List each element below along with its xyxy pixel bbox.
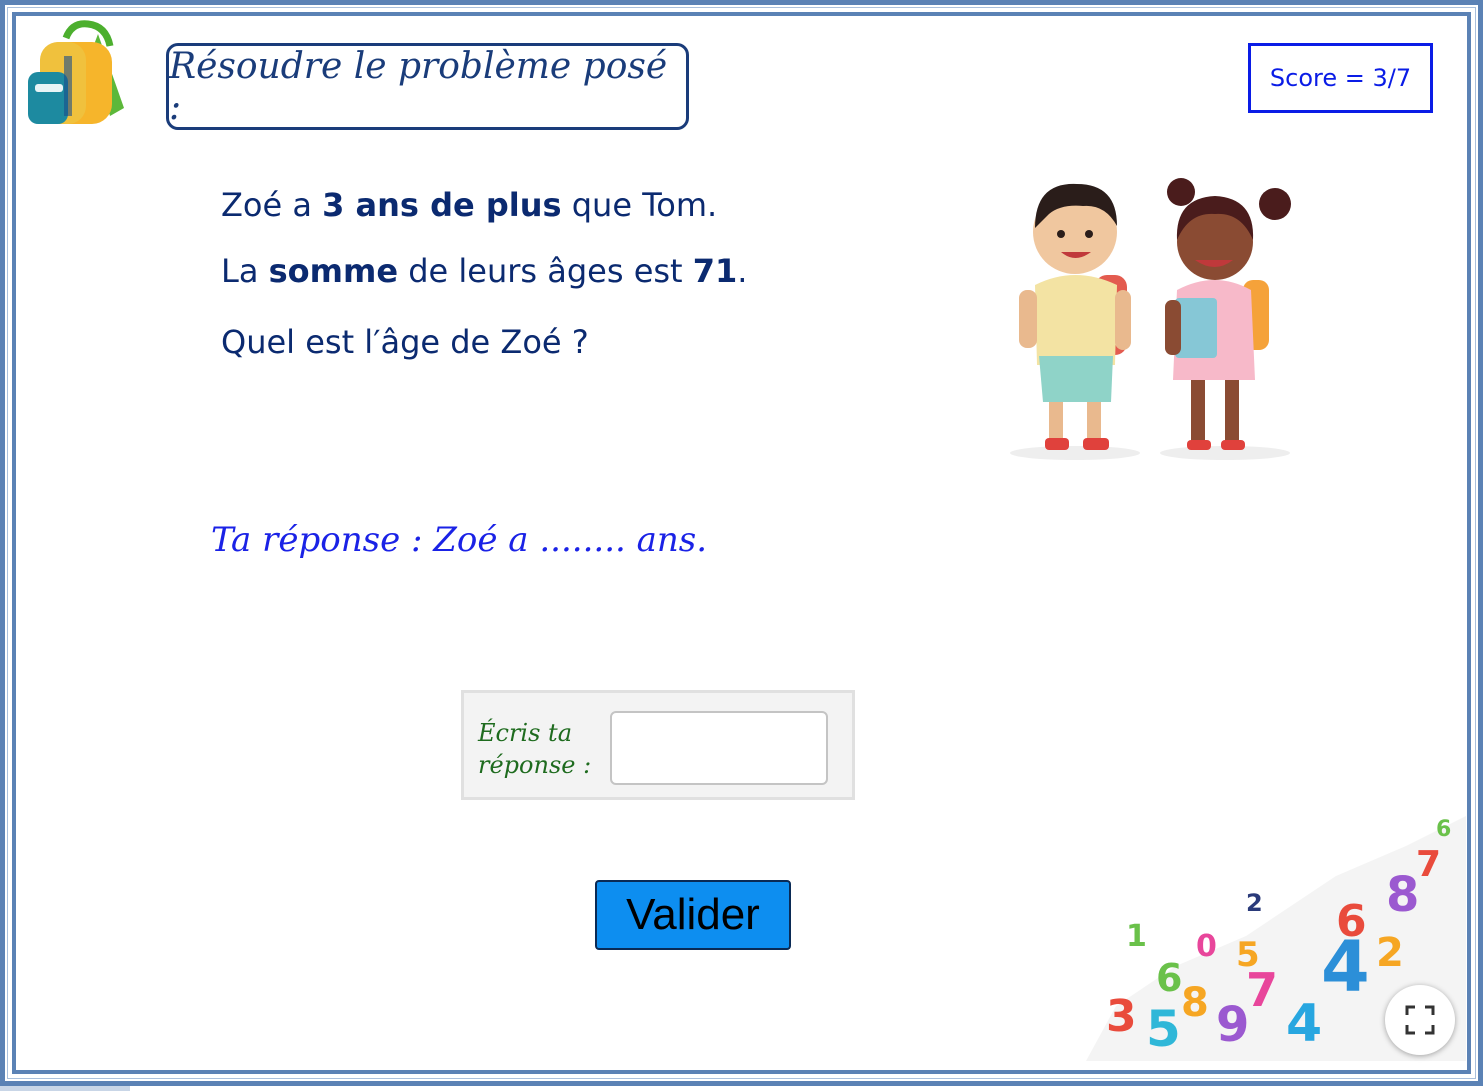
svg-text:6: 6 — [1336, 896, 1367, 947]
svg-text:6: 6 — [1436, 817, 1451, 842]
svg-text:8: 8 — [1386, 867, 1419, 923]
problem-text: de leurs âges est — [398, 252, 693, 290]
svg-text:8: 8 — [1181, 980, 1209, 1026]
page-title: Résoudre le problème posé : — [169, 45, 668, 128]
answer-prompt: Ta réponse : Zoé a ........ ans. — [211, 520, 708, 560]
svg-text:9: 9 — [1216, 997, 1249, 1053]
svg-text:4: 4 — [1286, 994, 1322, 1054]
school-kids-illustration — [1010, 178, 1291, 460]
svg-text:2: 2 — [1376, 930, 1404, 976]
problem-bold: 3 ans de plus — [322, 186, 562, 224]
answer-panel: Écris ta réponse : — [461, 690, 855, 800]
svg-text:5: 5 — [1146, 1000, 1181, 1058]
validate-button[interactable]: Valider — [595, 880, 791, 950]
svg-text:6: 6 — [1156, 956, 1182, 1000]
problem-text: La — [221, 252, 269, 290]
svg-text:3: 3 — [1106, 991, 1137, 1042]
answer-label-line-2: réponse : — [478, 751, 592, 779]
problem-text: que Tom. — [561, 186, 718, 224]
svg-text:7: 7 — [1416, 844, 1441, 885]
problem-line-2: La somme de leurs âges est 71. — [221, 252, 747, 290]
answer-label: Écris ta réponse : — [478, 717, 598, 781]
backpack-icon — [28, 20, 124, 124]
fullscreen-icon — [1405, 1005, 1435, 1035]
answer-input[interactable] — [610, 711, 828, 785]
scrollbar-strip — [0, 1086, 130, 1091]
fullscreen-button[interactable] — [1385, 985, 1455, 1055]
svg-text:5: 5 — [1236, 935, 1260, 975]
answer-label-line-1: Écris ta — [478, 719, 573, 747]
score-badge: Score = 3/7 — [1248, 43, 1433, 113]
svg-text:0: 0 — [1196, 929, 1217, 964]
problem-line-1: Zoé a 3 ans de plus que Tom. — [221, 186, 717, 224]
svg-text:1: 1 — [1126, 919, 1147, 954]
problem-text: . — [737, 252, 748, 290]
svg-text:2: 2 — [1246, 889, 1263, 917]
problem-bold: somme — [268, 252, 399, 290]
score-text: Score = 3/7 — [1269, 64, 1412, 92]
problem-text: Zoé a — [221, 186, 323, 224]
problem-line-3: Quel est l′âge de Zoé ? — [221, 323, 589, 361]
problem-bold: 71 — [692, 252, 738, 290]
title-box: Résoudre le problème posé : — [166, 43, 689, 130]
